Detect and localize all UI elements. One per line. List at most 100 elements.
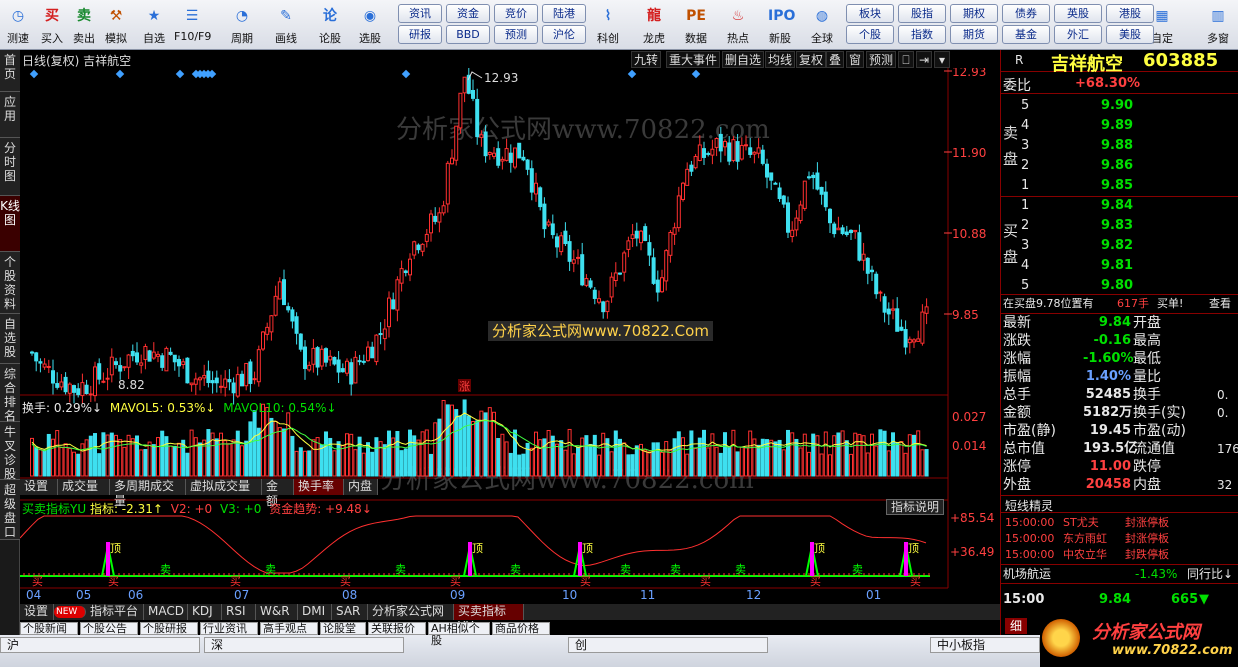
news-tab-3[interactable]: 行业资讯 [200,622,258,635]
buy-price-1[interactable]: 9.83 [1101,217,1133,235]
buy-price-4[interactable]: 9.80 [1101,277,1133,295]
chart-button-7[interactable]: 预测 [866,51,897,68]
left-tab-0[interactable]: 首页 [0,50,20,92]
toolbar-button-7[interactable]: ✎ 画线 [268,2,304,48]
toolbar-button-1[interactable]: 买买入 [34,2,70,48]
news-tab-1[interactable]: 个股公告 [80,622,138,635]
lock-icon[interactable]: ⎕ [898,51,914,68]
toolbar-button-6[interactable]: ◔ 周期 [224,2,260,48]
volume-tab-3[interactable]: 虚拟成交量 [186,479,262,495]
elf-stock-1[interactable]: 东方雨虹 [1063,531,1107,547]
chart-button-2[interactable]: 删自选 [722,51,765,68]
sell-price-4[interactable]: 9.85 [1101,177,1133,195]
left-tab-5[interactable]: 自选股 [0,314,20,364]
left-tab-8[interactable]: 超级盘口 [0,480,20,540]
pill-3-1[interactable]: 指数 [898,25,946,44]
market-item-1[interactable]: 深 [204,637,404,653]
toolbar-button-8[interactable]: 论论股 [312,2,348,48]
toolbar-button-9[interactable]: ◉ 选股 [352,2,388,48]
news-tab-0[interactable]: 个股新闻 [20,622,78,635]
bottom-tab-9[interactable]: 分析家公式网 [368,604,454,620]
chart-button-4[interactable]: 复权 [796,51,827,68]
bottom-tab-4[interactable]: KDJ [188,604,222,620]
toolbar-button-5[interactable]: ☰ F10/F9 [174,2,211,48]
news-tab-4[interactable]: 高手观点 [260,622,318,635]
dropdown-icon[interactable]: ▾ [934,51,950,68]
volume-tab-4[interactable]: 金额 [262,479,294,508]
notice-more-link[interactable]: 查看 [1209,295,1231,313]
market-item-2[interactable]: 创 [568,637,768,653]
toolbar-button-14[interactable]: IPO 新股 [762,2,798,48]
news-tab-6[interactable]: 关联报价 [368,622,426,635]
bottom-tab-6[interactable]: W&R [256,604,298,620]
bottom-tab-3[interactable]: MACD [144,604,188,620]
chart-button-1[interactable]: 重大事件 [666,51,721,68]
left-tab-4[interactable]: 个股资料 [0,252,20,314]
left-tab-3[interactable]: K线图 [0,196,20,252]
toolbar-button-0[interactable]: ◷ 测速 [0,2,36,48]
volume-tab-2[interactable]: 多周期成交量 [110,479,186,508]
pin-icon[interactable]: ⇥ [916,51,932,68]
sell-price-3[interactable]: 9.86 [1101,157,1133,175]
news-tab-7[interactable]: AH相似个股 [428,622,490,647]
indicator-explain-button[interactable]: 指标说明 [886,499,945,515]
elf-stock-0[interactable]: ST尤夫 [1063,515,1099,531]
market-item-3[interactable]: 中小板指 [930,637,1040,653]
volume-tab-1[interactable]: 成交量 [58,479,110,495]
news-tab-5[interactable]: 论股堂 [320,622,366,635]
news-tab-8[interactable]: 商品价格 [492,622,550,635]
buy-price-2[interactable]: 9.82 [1101,237,1133,255]
bottom-tab-2[interactable]: 指标平台 [86,604,144,620]
left-tab-2[interactable]: 分时图 [0,138,20,196]
sell-price-0[interactable]: 9.90 [1101,97,1133,115]
toolbar-button-13[interactable]: ♨ 热点 [720,2,756,48]
pill-3-4[interactable]: 外汇 [1054,25,1102,44]
toolbar-button-3[interactable]: ⚒ 模拟 [98,2,134,48]
left-tab-7[interactable]: 牛叉诊股 [0,422,20,481]
market-item-0[interactable]: 沪 [0,637,200,653]
left-tab-6[interactable]: 综合排名 [0,364,20,423]
pill-1-2[interactable]: 预测 [494,25,538,44]
sector-more-link[interactable]: 同行比↓ [1187,565,1233,584]
pill-0-0[interactable]: 资讯 [398,4,442,23]
bottom-tab-0[interactable]: 设置 [20,604,54,620]
chart-button-0[interactable]: 九转 [631,51,662,68]
chart-button-6[interactable]: 窗 [846,51,865,68]
pill-1-1[interactable]: BBD [446,25,490,44]
pill-2-2[interactable]: 期权 [950,4,998,23]
toolbar-button-2[interactable]: 卖卖出 [66,2,102,48]
bottom-tab-1[interactable]: NEW [54,606,86,618]
pill-2-5[interactable]: 港股 [1106,4,1154,23]
news-tab-2[interactable]: 个股研报 [140,622,198,635]
volume-tab-6[interactable]: 内盘 [344,479,378,495]
toolbar-button-15[interactable]: ◍ 全球 [804,2,840,48]
chart-button-3[interactable]: 均线 [765,51,796,68]
pill-2-1[interactable]: 股指 [898,4,946,23]
pill-2-3[interactable]: 债券 [1002,4,1050,23]
pill-3-3[interactable]: 基金 [1002,25,1050,44]
sell-price-2[interactable]: 9.88 [1101,137,1133,155]
toolbar-button-11[interactable]: 龍龙虎 [636,2,672,48]
pill-0-1[interactable]: 资金 [446,4,490,23]
bottom-tab-7[interactable]: DMI [298,604,332,620]
sell-price-1[interactable]: 9.89 [1101,117,1133,135]
chart-button-5[interactable]: 叠 [826,51,845,68]
volume-tab-0[interactable]: 设置 [20,479,58,495]
toolbar-button-4[interactable]: ★ 自选 [136,2,172,48]
buy-price-3[interactable]: 9.81 [1101,257,1133,275]
pill-3-2[interactable]: 期货 [950,25,998,44]
toolbar-button-17[interactable]: ▥ 多窗 [1200,2,1236,48]
pill-3-0[interactable]: 个股 [846,25,894,44]
bottom-tab-8[interactable]: SAR [332,604,368,620]
pill-3-5[interactable]: 美股 [1106,25,1154,44]
pill-0-3[interactable]: 陆港 [542,4,586,23]
volume-tab-5[interactable]: 换手率 [294,479,344,495]
pill-2-4[interactable]: 英股 [1054,4,1102,23]
elf-stock-2[interactable]: 中农立华 [1063,547,1107,563]
bottom-tab-10[interactable]: 买卖指标YU [454,604,524,633]
toolbar-button-12[interactable]: PE 数据 [678,2,714,48]
buy-price-0[interactable]: 9.84 [1101,197,1133,215]
toolbar-button-10[interactable]: ⌇ 科创 [590,2,626,48]
bottom-tab-5[interactable]: RSI [222,604,256,620]
left-tab-1[interactable]: 应用 [0,92,20,138]
